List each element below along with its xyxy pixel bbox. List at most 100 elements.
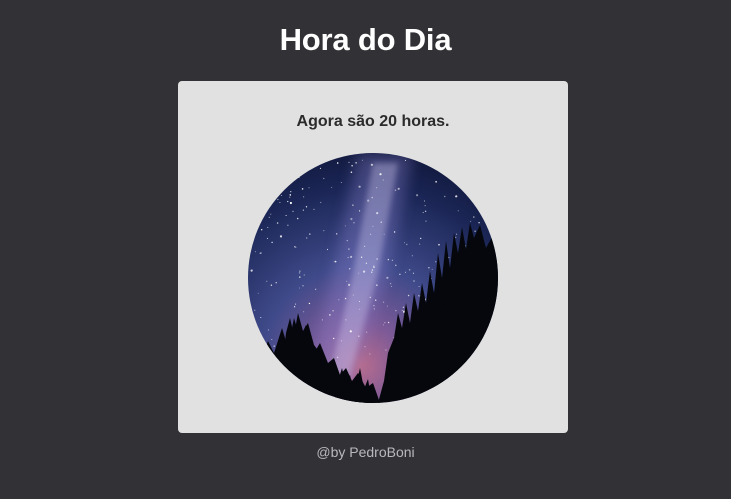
- star: [303, 311, 305, 313]
- star: [376, 187, 378, 189]
- star: [491, 331, 493, 333]
- star: [287, 224, 289, 226]
- star: [313, 208, 315, 211]
- star: [306, 237, 308, 239]
- star: [373, 308, 375, 310]
- star: [352, 294, 354, 296]
- star: [351, 165, 353, 167]
- star: [413, 280, 415, 282]
- star: [254, 169, 256, 171]
- star: [471, 190, 473, 192]
- star: [348, 283, 351, 286]
- star: [248, 345, 249, 347]
- star: [466, 176, 469, 179]
- star: [255, 340, 258, 342]
- star: [424, 210, 427, 213]
- star: [386, 305, 388, 307]
- star: [287, 200, 289, 203]
- star: [309, 233, 311, 235]
- night-sky-forest-image: [248, 153, 498, 403]
- star: [290, 166, 292, 168]
- star: [331, 186, 333, 188]
- star: [495, 240, 498, 243]
- star: [359, 308, 361, 310]
- star: [379, 173, 382, 176]
- star: [295, 246, 297, 248]
- star: [402, 306, 405, 308]
- star: [290, 191, 292, 193]
- star: [275, 282, 277, 284]
- star: [479, 154, 481, 157]
- author-credit: @by PedroBoni: [316, 444, 415, 460]
- star: [298, 176, 300, 178]
- star: [256, 173, 259, 176]
- star: [258, 201, 260, 203]
- star: [266, 154, 268, 156]
- star: [449, 153, 451, 154]
- star: [358, 272, 360, 274]
- star: [320, 201, 322, 204]
- page: Hora do Dia Agora são 20 horas. @by Pedr…: [0, 0, 731, 499]
- star: [349, 330, 352, 333]
- star: [375, 299, 377, 301]
- star: [492, 194, 495, 197]
- star: [346, 239, 349, 242]
- star: [319, 167, 322, 169]
- star: [411, 255, 413, 257]
- star: [289, 194, 292, 196]
- star: [371, 269, 374, 271]
- star: [323, 230, 325, 232]
- star: [404, 242, 406, 244]
- star: [251, 269, 253, 271]
- star: [431, 268, 433, 270]
- star: [352, 204, 354, 206]
- star: [485, 163, 488, 166]
- star: [303, 196, 305, 198]
- star: [332, 309, 334, 312]
- star: [338, 299, 340, 301]
- star: [395, 264, 397, 267]
- star: [278, 162, 281, 166]
- star: [412, 272, 415, 274]
- star: [360, 256, 363, 258]
- star: [298, 287, 300, 289]
- star: [365, 262, 368, 264]
- star: [353, 222, 355, 224]
- star: [336, 356, 339, 359]
- star: [340, 340, 343, 342]
- star: [270, 284, 273, 286]
- star: [397, 187, 400, 190]
- star: [262, 340, 264, 343]
- star: [268, 154, 270, 156]
- star: [373, 266, 375, 268]
- star: [277, 170, 280, 173]
- star: [395, 310, 397, 312]
- star: [261, 229, 263, 231]
- star: [300, 173, 302, 176]
- star: [299, 276, 301, 278]
- star: [253, 215, 256, 217]
- star: [444, 195, 446, 198]
- star: [302, 285, 304, 287]
- star: [486, 336, 489, 339]
- star: [463, 190, 465, 192]
- star: [333, 261, 335, 263]
- star: [293, 306, 296, 308]
- star: [298, 272, 301, 274]
- star: [455, 236, 457, 238]
- star: [371, 271, 373, 273]
- star: [314, 288, 317, 290]
- star: [336, 162, 339, 164]
- star: [369, 233, 372, 235]
- star: [416, 194, 419, 197]
- star: [276, 222, 279, 224]
- star: [424, 205, 426, 207]
- star: [292, 210, 294, 212]
- star: [491, 329, 494, 332]
- star: [373, 304, 375, 307]
- time-card: Agora são 20 horas.: [178, 81, 568, 433]
- star: [267, 329, 269, 331]
- star: [474, 230, 476, 232]
- star: [355, 162, 357, 164]
- star: [466, 180, 468, 182]
